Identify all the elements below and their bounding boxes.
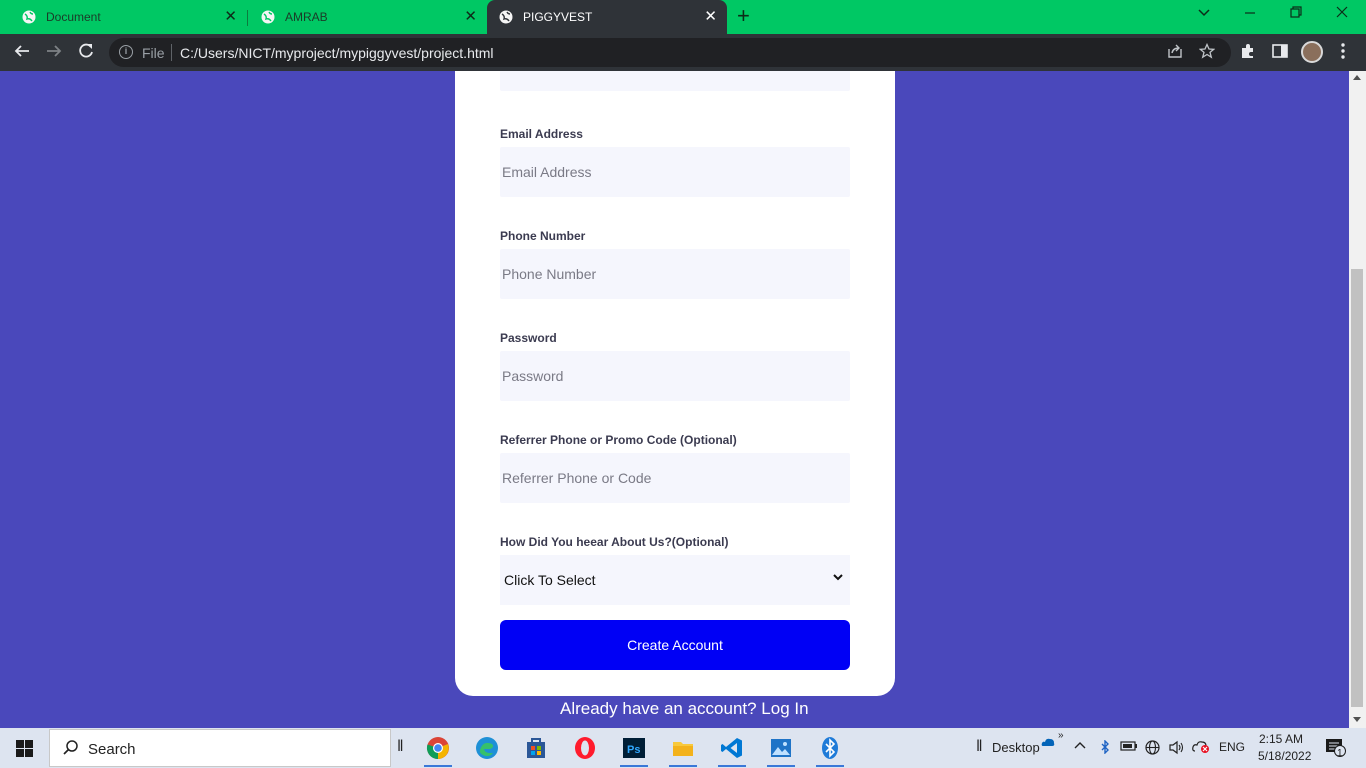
tab-amrab[interactable]: AMRAB ✕ [239,0,487,34]
close-icon[interactable]: ✕ [704,9,717,25]
globe-icon [499,10,513,24]
overflow-chevron-icon[interactable]: » [1058,730,1064,741]
login-prompt-link[interactable]: Already have an account? Log In [560,699,809,719]
referral-source-label: How Did You heear About Us?(Optional) [500,535,729,549]
taskbar-search-box[interactable]: Search [49,729,391,767]
site-info-icon[interactable]: i [119,45,133,59]
windows-start-icon[interactable] [16,740,33,757]
svg-text:Ps: Ps [627,744,640,756]
scroll-up-arrow-icon[interactable] [1353,75,1361,80]
onedrive-icon[interactable] [1041,736,1055,751]
create-account-button[interactable]: Create Account [500,620,850,670]
close-icon[interactable]: ✕ [224,9,237,25]
tab-search-chevron-icon[interactable] [1198,5,1210,22]
page-viewport: Email Address Phone Number Password Refe… [0,71,1349,728]
forward-arrow-icon[interactable] [44,42,64,62]
network-globe-icon[interactable] [1145,740,1160,758]
referrer-field[interactable] [500,453,850,503]
photoshop-icon[interactable]: Ps [618,732,650,767]
notification-count: 1 [1337,748,1343,759]
clock[interactable]: 2:15 AM 5/18/2022 [1258,731,1312,765]
more-menu-icon[interactable] [1333,42,1353,62]
store-icon[interactable] [520,732,552,764]
referrer-label: Referrer Phone or Promo Code (Optional) [500,433,737,447]
browser-toolbar: i File C:/Users/NICT/myproject/mypiggyve… [0,34,1366,71]
notification-center-icon[interactable] [1325,738,1347,761]
email-label: Email Address [500,127,583,141]
task-view-divider-icon: ‖ [397,738,404,755]
page-scrollbar[interactable] [1349,71,1366,728]
tab-document[interactable]: Document ✕ [0,0,247,34]
back-arrow-icon[interactable] [12,42,32,62]
tab-piggyvest[interactable]: PIGGYVEST ✕ [487,0,727,34]
address-divider [171,44,172,61]
share-icon[interactable] [1167,43,1183,63]
select-value: Click To Select [504,572,596,588]
windows-taskbar: Search ‖ Ps ‖ Desktop » ENG 2:15 AM 5/18… [0,728,1366,768]
password-label: Password [500,331,557,345]
reload-icon[interactable] [76,42,96,62]
edge-icon[interactable] [471,732,503,764]
minimize-icon[interactable] [1244,5,1256,22]
clock-time: 2:15 AM [1258,732,1304,746]
desktop-toolbar-label[interactable]: Desktop [992,740,1040,755]
window-close-icon[interactable] [1336,5,1348,22]
scheme-label: File [142,45,165,61]
referral-source-select[interactable]: Click To Select [500,555,850,605]
bookmark-star-icon[interactable] [1198,42,1216,63]
scroll-down-arrow-icon[interactable] [1353,717,1361,722]
battery-icon[interactable] [1120,740,1138,755]
search-icon [62,739,79,761]
globe-icon [22,10,36,24]
vscode-icon[interactable] [716,732,748,767]
toolbar-divider-icon: ‖ [976,738,983,755]
bluetooth-app-icon[interactable] [814,732,846,767]
chevron-down-icon [833,574,843,581]
cloud-sync-error-icon[interactable] [1192,740,1210,757]
photos-icon[interactable] [765,732,797,767]
url-text[interactable]: C:/Users/NICT/myproject/mypiggyvest/proj… [180,45,494,61]
volume-icon[interactable] [1168,740,1185,758]
signup-card: Email Address Phone Number Password Refe… [455,71,895,696]
phone-label: Phone Number [500,229,586,243]
tab-title: PIGGYVEST [523,10,593,24]
phone-field[interactable] [500,249,850,299]
new-tab-icon[interactable]: + [737,5,750,27]
side-panel-icon[interactable] [1270,42,1290,62]
opera-icon[interactable] [569,732,601,764]
tab-strip: Document ✕ AMRAB ✕ PIGGYVEST ✕ + [0,0,1366,34]
bluetooth-tray-icon[interactable] [1099,739,1111,757]
file-explorer-icon[interactable] [667,732,699,767]
tab-title: Document [46,10,101,24]
password-field[interactable] [500,351,850,401]
tab-title: AMRAB [285,10,328,24]
clock-date: 5/18/2022 [1258,749,1312,763]
email-field[interactable] [500,147,850,197]
restore-icon[interactable] [1290,5,1302,22]
address-bar[interactable]: i File C:/Users/NICT/myproject/mypiggyve… [109,38,1231,67]
scroll-thumb[interactable] [1351,269,1363,707]
search-label: Search [88,741,136,758]
language-indicator[interactable]: ENG [1219,740,1245,754]
extensions-puzzle-icon[interactable] [1238,42,1258,62]
show-hidden-icons-icon[interactable] [1074,740,1086,755]
profile-avatar[interactable] [1301,41,1323,63]
chrome-icon[interactable] [422,732,454,767]
close-icon[interactable]: ✕ [464,9,477,25]
full-name-field[interactable] [500,71,850,91]
globe-icon [261,10,275,24]
